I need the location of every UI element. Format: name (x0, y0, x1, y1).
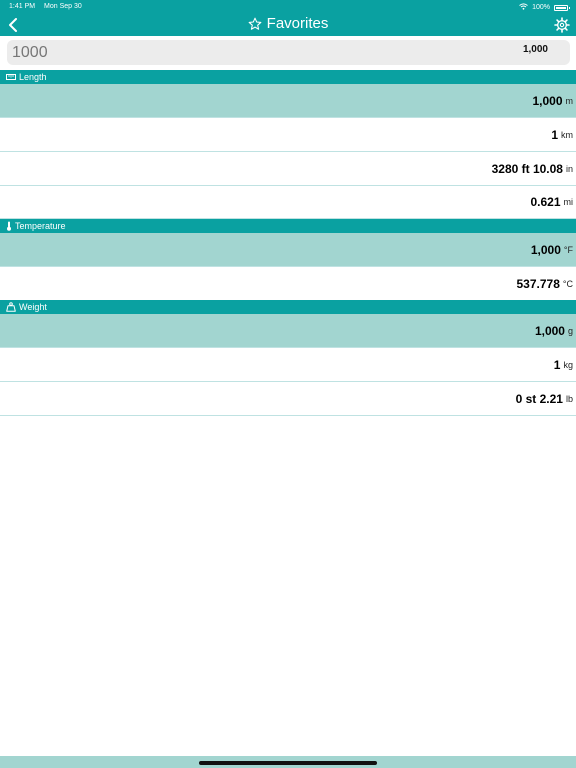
row-unit: g (567, 325, 573, 336)
row-unit: in (565, 163, 573, 174)
status-date: Mon Sep 30 (44, 3, 82, 10)
thermometer-icon (7, 221, 11, 231)
row-unit: °F (563, 244, 573, 255)
row-unit: mi (563, 196, 574, 207)
star-icon (248, 17, 262, 30)
page-title-text: Favorites (266, 15, 329, 32)
wifi-icon (519, 3, 528, 12)
status-time: 1:41 PM (9, 3, 36, 10)
section-title-length: Length (19, 72, 47, 82)
row-unit: m (565, 95, 574, 106)
battery-icon (554, 4, 570, 11)
conversion-row[interactable]: 1,000 m (0, 84, 576, 118)
section-title-weight: Weight (19, 302, 47, 312)
nav-bar: Favorites (0, 14, 576, 36)
section-header-length: Length (0, 70, 576, 84)
page-title: Favorites (0, 15, 576, 32)
battery-percent: 100% (532, 4, 550, 11)
row-value: 1 (551, 127, 558, 142)
home-indicator[interactable] (199, 761, 377, 765)
conversion-row[interactable]: 537.778 °C (0, 267, 576, 301)
row-unit: °C (562, 278, 573, 289)
row-value: 1,000 (532, 93, 563, 108)
input-area: 1,000 (0, 36, 576, 70)
gear-icon (554, 17, 570, 33)
conversion-row[interactable]: 1,000 °F (0, 233, 576, 267)
row-unit: lb (565, 393, 573, 404)
conversion-row[interactable]: 1 km (0, 118, 576, 152)
row-value: 1,000 (530, 242, 561, 257)
settings-button[interactable] (552, 15, 572, 35)
section-title-temperature: Temperature (15, 221, 66, 231)
conversion-row[interactable]: 0.621 mi (0, 185, 576, 219)
conversion-row[interactable]: 1,000 g (0, 314, 576, 348)
row-unit: km (561, 129, 573, 140)
conversion-row[interactable]: 1 kg (0, 348, 576, 382)
ruler-icon (6, 74, 16, 80)
row-value: 1 (553, 357, 561, 372)
row-unit: kg (563, 359, 573, 370)
status-right: 100% (519, 3, 570, 12)
weight-icon (6, 302, 16, 312)
row-value: 537.778 (516, 276, 560, 291)
section-header-temperature: Temperature (0, 219, 576, 233)
row-value: 3280 ft 10.08 (491, 161, 563, 176)
row-value: 0.621 (530, 194, 561, 209)
formatted-value: 1,000 (522, 44, 548, 55)
conversion-row[interactable]: 3280 ft 10.08 in (0, 152, 576, 186)
status-bar: 1:41 PM Mon Sep 30 100% (0, 0, 576, 14)
status-left: 1:41 PM Mon Sep 30 (9, 3, 82, 10)
row-value: 0 st 2.21 (515, 391, 563, 406)
conversion-row[interactable]: 0 st 2.21 lb (0, 382, 576, 416)
section-header-weight: Weight (0, 300, 576, 314)
value-input[interactable] (7, 40, 570, 65)
row-value: 1,000 (534, 323, 565, 338)
